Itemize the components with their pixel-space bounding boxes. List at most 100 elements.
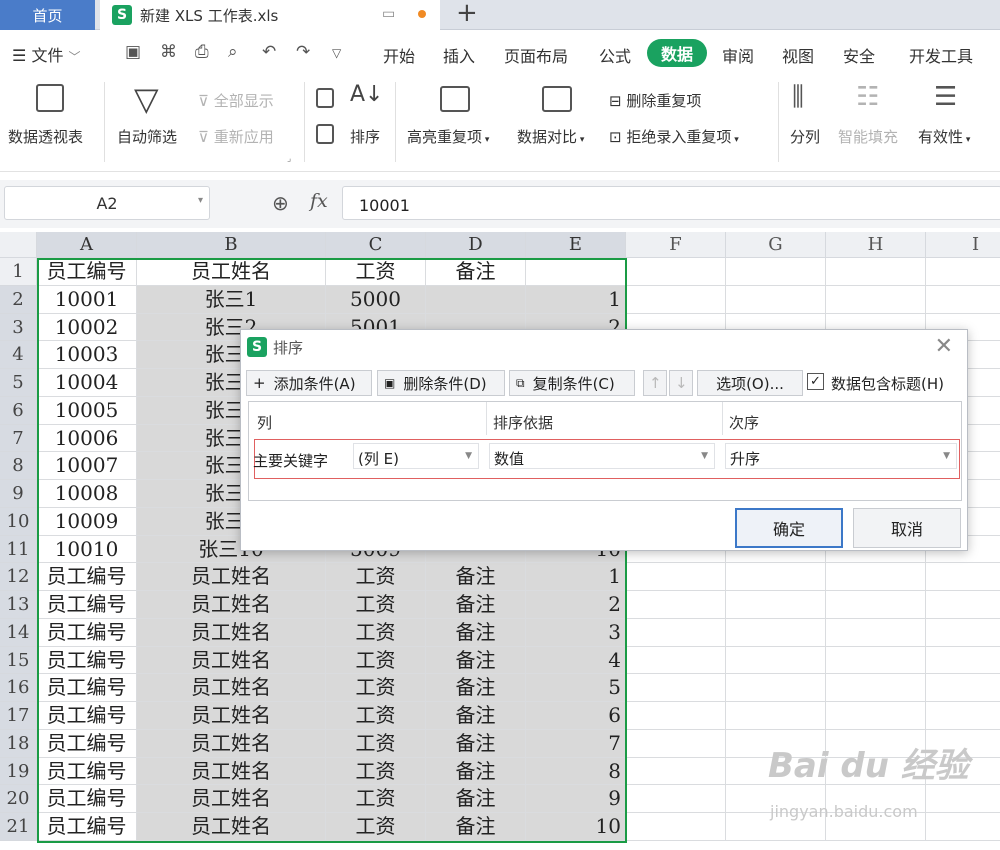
table-cell[interactable]: 员工编号 bbox=[37, 674, 137, 702]
row-header[interactable]: 15 bbox=[0, 646, 37, 675]
validity-button[interactable]: 有效性 ▾ bbox=[918, 126, 970, 147]
table-cell[interactable]: 员工编号 bbox=[37, 618, 137, 647]
table-cell[interactable] bbox=[826, 591, 926, 619]
table-cell[interactable]: 工资 bbox=[326, 618, 426, 647]
table-cell[interactable] bbox=[626, 285, 726, 314]
table-cell[interactable] bbox=[526, 258, 626, 286]
add-condition-button[interactable]: + 添加条件(A) bbox=[246, 370, 372, 396]
reapply-button[interactable]: ⊽ 重新应用 bbox=[198, 126, 274, 147]
table-cell[interactable] bbox=[626, 702, 726, 730]
header-checkbox[interactable]: ✓ bbox=[807, 373, 824, 390]
undo-icon[interactable]: ↶ bbox=[262, 42, 276, 62]
column-header-c[interactable]: C bbox=[326, 232, 426, 258]
row-header[interactable]: 12 bbox=[0, 563, 37, 591]
table-cell[interactable]: 工资 bbox=[326, 674, 426, 702]
table-cell[interactable] bbox=[626, 618, 726, 647]
menu-insert[interactable]: 插入 bbox=[443, 43, 475, 67]
table-cell[interactable] bbox=[626, 813, 726, 841]
row-header[interactable]: 7 bbox=[0, 424, 37, 453]
table-cell[interactable]: 1 bbox=[526, 285, 626, 314]
sort-on-select[interactable]: 数值 ▼ bbox=[489, 443, 715, 469]
table-cell[interactable]: 工资 bbox=[326, 258, 426, 286]
table-cell[interactable]: 4 bbox=[526, 646, 626, 675]
table-cell[interactable] bbox=[926, 591, 1000, 619]
row-header[interactable]: 19 bbox=[0, 757, 37, 786]
column-header-b[interactable]: B bbox=[137, 232, 326, 258]
table-cell[interactable] bbox=[726, 702, 826, 730]
table-cell[interactable] bbox=[626, 729, 726, 758]
table-cell[interactable]: 员工姓名 bbox=[137, 785, 326, 813]
table-cell[interactable]: 员工编号 bbox=[37, 591, 137, 619]
sort-dialog-titlebar[interactable]: S 排序 bbox=[241, 330, 967, 364]
row-header[interactable]: 13 bbox=[0, 591, 37, 619]
table-cell[interactable]: 工资 bbox=[326, 813, 426, 841]
tab-home[interactable]: 首页 bbox=[0, 0, 95, 30]
table-cell[interactable]: 2 bbox=[526, 591, 626, 619]
table-cell[interactable]: 3 bbox=[526, 618, 626, 647]
table-cell[interactable] bbox=[626, 563, 726, 591]
table-cell[interactable]: 员工编号 bbox=[37, 757, 137, 786]
table-cell[interactable]: 7 bbox=[526, 729, 626, 758]
table-cell[interactable] bbox=[626, 591, 726, 619]
table-cell[interactable]: 员工姓名 bbox=[137, 757, 326, 786]
column-header-a[interactable]: A bbox=[37, 232, 137, 258]
table-cell[interactable]: 员工姓名 bbox=[137, 729, 326, 758]
sort-descending-icon[interactable] bbox=[316, 124, 334, 144]
chevron-down-icon[interactable]: ▾ bbox=[198, 195, 203, 206]
table-cell[interactable]: 备注 bbox=[426, 646, 526, 675]
table-cell[interactable]: 备注 bbox=[426, 618, 526, 647]
table-cell[interactable] bbox=[626, 785, 726, 813]
table-cell[interactable] bbox=[726, 563, 826, 591]
row-header[interactable]: 16 bbox=[0, 674, 37, 702]
table-cell[interactable] bbox=[926, 813, 1000, 841]
table-cell[interactable] bbox=[826, 618, 926, 647]
table-cell[interactable]: 备注 bbox=[426, 591, 526, 619]
row-header[interactable]: 18 bbox=[0, 729, 37, 758]
table-cell[interactable]: 5000 bbox=[326, 285, 426, 314]
table-cell[interactable]: 员工编号 bbox=[37, 729, 137, 758]
smart-fill-button[interactable]: 智能填充 bbox=[838, 126, 898, 147]
table-cell[interactable]: 10008 bbox=[37, 480, 137, 508]
table-cell[interactable]: 10002 bbox=[37, 313, 137, 342]
table-cell[interactable] bbox=[826, 674, 926, 702]
menu-developer[interactable]: 开发工具 bbox=[909, 43, 973, 67]
pivot-table-button[interactable]: 数据透视表 bbox=[8, 126, 83, 147]
monitor-icon[interactable]: ▭ bbox=[382, 6, 395, 22]
table-cell[interactable]: 员工姓名 bbox=[137, 702, 326, 730]
highlight-duplicates-button[interactable]: 高亮重复项 ▾ bbox=[407, 126, 489, 147]
table-cell[interactable]: 6 bbox=[526, 702, 626, 730]
table-cell[interactable]: 工资 bbox=[326, 785, 426, 813]
sort-button[interactable]: 排序 bbox=[350, 126, 380, 147]
table-cell[interactable]: 员工姓名 bbox=[137, 591, 326, 619]
table-cell[interactable]: 10003 bbox=[37, 341, 137, 369]
menu-security[interactable]: 安全 bbox=[843, 43, 875, 67]
select-all-corner[interactable] bbox=[0, 232, 37, 258]
table-cell[interactable] bbox=[726, 258, 826, 286]
table-cell[interactable]: 员工编号 bbox=[37, 813, 137, 841]
menu-page-layout[interactable]: 页面布局 bbox=[504, 43, 568, 67]
table-cell[interactable] bbox=[926, 702, 1000, 730]
copy-condition-button[interactable]: ⧉ 复制条件(C) bbox=[509, 370, 635, 396]
table-cell[interactable] bbox=[926, 619, 1000, 647]
move-up-button[interactable]: ↑ bbox=[643, 370, 667, 396]
cancel-button[interactable]: 取消 bbox=[853, 508, 961, 548]
insert-function-icon[interactable]: fx bbox=[310, 190, 328, 212]
order-select[interactable]: 升序 ▼ bbox=[725, 443, 957, 469]
quick-access-dropdown-icon[interactable]: ▽ bbox=[332, 46, 341, 60]
table-cell[interactable] bbox=[926, 785, 1000, 813]
table-cell[interactable] bbox=[826, 702, 926, 730]
table-cell[interactable]: 10004 bbox=[37, 369, 137, 397]
print-preview-icon[interactable]: ⌕ bbox=[228, 42, 238, 62]
menu-formula[interactable]: 公式 bbox=[599, 43, 631, 67]
table-cell[interactable]: 1 bbox=[526, 563, 626, 591]
table-cell[interactable]: 张三1 bbox=[137, 285, 326, 314]
close-icon[interactable]: ✕ bbox=[935, 334, 953, 359]
column-header-d[interactable]: D bbox=[426, 232, 526, 258]
row-header[interactable]: 8 bbox=[0, 452, 37, 480]
redo-icon[interactable]: ↷ bbox=[296, 42, 310, 62]
file-menu-button[interactable]: ☰ 文件 ﹀ bbox=[12, 42, 81, 66]
ok-button[interactable]: 确定 bbox=[735, 508, 843, 548]
table-cell[interactable]: 工资 bbox=[326, 591, 426, 619]
table-cell[interactable] bbox=[826, 646, 926, 675]
row-header[interactable]: 6 bbox=[0, 396, 37, 425]
